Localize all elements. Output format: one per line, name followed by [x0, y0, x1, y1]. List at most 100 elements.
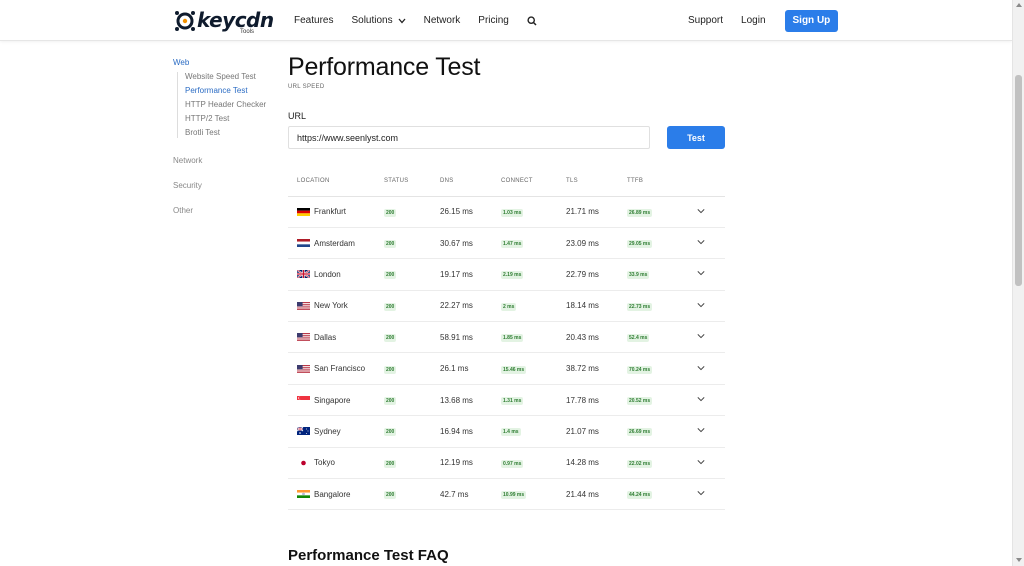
sidebar-category-other[interactable]: Other [173, 206, 273, 215]
cell-ttfb: 29.05 ms [627, 227, 695, 260]
cell-expand[interactable] [695, 447, 725, 480]
nav-pricing[interactable]: Pricing [478, 15, 509, 26]
ttfb-badge: 33.9 ms [627, 271, 650, 280]
status-badge: 200 [384, 302, 397, 311]
account-nav: Support Login Sign Up [688, 0, 839, 41]
sidebar-category-web[interactable]: Web [173, 58, 273, 67]
signup-button[interactable]: Sign Up [784, 9, 839, 32]
table-row-san-francisco[interactable]: San Francisco 200 26.1 ms 15.46 ms 38.72 ms 7… [288, 352, 725, 385]
chevron-down-icon[interactable] [697, 426, 705, 434]
table-row-new-york[interactable]: New York 200 22.27 ms 2 ms 18.14 ms 22.73 ms [288, 290, 725, 323]
cell-connect: 0.97 ms [501, 447, 566, 480]
chevron-down-icon[interactable] [697, 238, 705, 246]
cell-expand[interactable] [695, 384, 725, 417]
cell-expand[interactable] [695, 196, 725, 228]
main-nav: Features Solutions Network Pricing [294, 0, 555, 41]
cell-expand[interactable] [695, 321, 725, 354]
top-navigation-bar: keycdn Tools Features Solutions Network … [0, 0, 1012, 41]
nav-features[interactable]: Features [294, 15, 333, 26]
connect-badge: 1.85 ms [501, 334, 524, 343]
nav-network[interactable]: Network [424, 15, 461, 26]
chevron-down-icon[interactable] [697, 269, 705, 277]
url-input[interactable] [288, 126, 650, 149]
chevron-down-icon[interactable] [697, 332, 705, 340]
test-button[interactable]: Test [667, 126, 725, 149]
chevron-down-icon[interactable] [697, 489, 705, 497]
cell-dns: 30.67 ms [440, 227, 501, 260]
table-row-tokyo[interactable]: Tokyo 200 12.19 ms 0.97 ms 14.28 ms 22.02 ms [288, 447, 725, 480]
cell-tls: 38.72 ms [566, 352, 627, 385]
cell-connect: 1.31 ms [501, 384, 566, 417]
flag-in-icon [297, 490, 310, 499]
connect-badge: 15.46 ms [501, 365, 527, 374]
scroll-down-arrow-icon[interactable] [1016, 558, 1022, 562]
chevron-down-icon[interactable] [697, 395, 705, 403]
location-wrap: Bangalore [297, 490, 384, 499]
table-row-amsterdam[interactable]: Amsterdam 200 30.67 ms 1.47 ms 23.09 ms 29.05… [288, 227, 725, 260]
keycdn-logo-icon [175, 11, 195, 31]
cell-expand[interactable] [695, 415, 725, 448]
column-header-dns: DNS [440, 167, 501, 197]
column-header-expand [695, 167, 725, 197]
sidebar-item-http2-test[interactable]: HTTP/2 Test [185, 114, 273, 124]
cell-connect: 10.99 ms [501, 478, 566, 511]
cell-dns: 13.68 ms [440, 384, 501, 417]
cell-location: San Francisco [288, 352, 384, 385]
page-scrollbar[interactable] [1012, 0, 1024, 566]
url-label: URL [288, 111, 307, 121]
search-button[interactable] [527, 15, 537, 26]
scroll-up-arrow-icon[interactable] [1016, 3, 1022, 7]
sidebar-item-website-speed-test[interactable]: Website Speed Test [185, 72, 273, 82]
sidebar-category-network[interactable]: Network [173, 156, 273, 165]
status-badge: 200 [384, 334, 397, 343]
keycdn-logo[interactable]: keycdn Tools [174, 9, 274, 37]
cell-status: 200 [384, 290, 440, 323]
location-wrap: Amsterdam [297, 239, 384, 248]
ttfb-badge: 22.73 ms [627, 302, 653, 311]
cell-expand[interactable] [695, 290, 725, 323]
location-name: Dallas [314, 332, 337, 342]
location-name: Bangalore [314, 489, 351, 499]
cell-connect: 1.85 ms [501, 321, 566, 354]
nav-support[interactable]: Support [688, 15, 723, 26]
sidebar-item-brotli-test[interactable]: Brotli Test [185, 128, 273, 138]
faq-title: Performance Test FAQ [288, 547, 449, 564]
chevron-down-icon[interactable] [697, 364, 705, 372]
cell-location: London [288, 258, 384, 291]
nav-solutions[interactable]: Solutions [351, 15, 406, 26]
ttfb-badge: 29.05 ms [627, 240, 653, 249]
chevron-down-icon[interactable] [697, 207, 705, 215]
connect-badge: 1.4 ms [501, 428, 521, 437]
page-title: Performance Test [288, 53, 481, 81]
cell-expand[interactable] [695, 352, 725, 385]
ttfb-badge: 22.02 ms [627, 459, 653, 468]
status-badge: 200 [384, 240, 397, 249]
status-badge: 200 [384, 428, 397, 437]
column-header-status: STATUS [384, 167, 440, 197]
nav-login[interactable]: Login [741, 15, 765, 26]
flag-au-icon [297, 427, 310, 436]
scrollbar-thumb[interactable] [1015, 75, 1022, 286]
status-badge: 200 [384, 491, 397, 500]
table-row-singapore[interactable]: Singapore 200 13.68 ms 1.31 ms 17.78 ms 20.52… [288, 384, 725, 417]
cell-expand[interactable] [695, 478, 725, 511]
chevron-down-icon[interactable] [697, 458, 705, 466]
cell-expand[interactable] [695, 227, 725, 260]
table-row-dallas[interactable]: Dallas 200 58.91 ms 1.85 ms 20.43 ms 52.4 ms [288, 321, 725, 354]
table-row-london[interactable]: London 200 19.17 ms 2.19 ms 22.79 ms 33.9 ms [288, 258, 725, 291]
sidebar-category-security[interactable]: Security [173, 181, 273, 190]
cell-location: Tokyo [288, 447, 384, 480]
logo-subtitle: Tools [240, 29, 255, 35]
chevron-down-icon[interactable] [697, 301, 705, 309]
cell-ttfb: 22.73 ms [627, 290, 695, 323]
cell-location: Singapore [288, 384, 384, 417]
sidebar-item-http-header-checker[interactable]: HTTP Header Checker [185, 100, 273, 110]
table-row-sydney[interactable]: Sydney 200 16.94 ms 1.4 ms 21.07 ms 26.69 ms [288, 415, 725, 448]
table-row-bangalore[interactable]: Bangalore 200 42.7 ms 10.99 ms 21.44 ms 44.24… [288, 478, 725, 511]
cell-tls: 14.28 ms [566, 447, 627, 480]
ttfb-badge: 26.69 ms [627, 428, 653, 437]
table-row-frankfurt[interactable]: Frankfurt 200 26.15 ms 1.03 ms 21.71 ms 26.89… [288, 196, 725, 228]
status-badge: 200 [384, 208, 397, 217]
sidebar-item-performance-test[interactable]: Performance Test [185, 86, 273, 96]
cell-expand[interactable] [695, 258, 725, 291]
